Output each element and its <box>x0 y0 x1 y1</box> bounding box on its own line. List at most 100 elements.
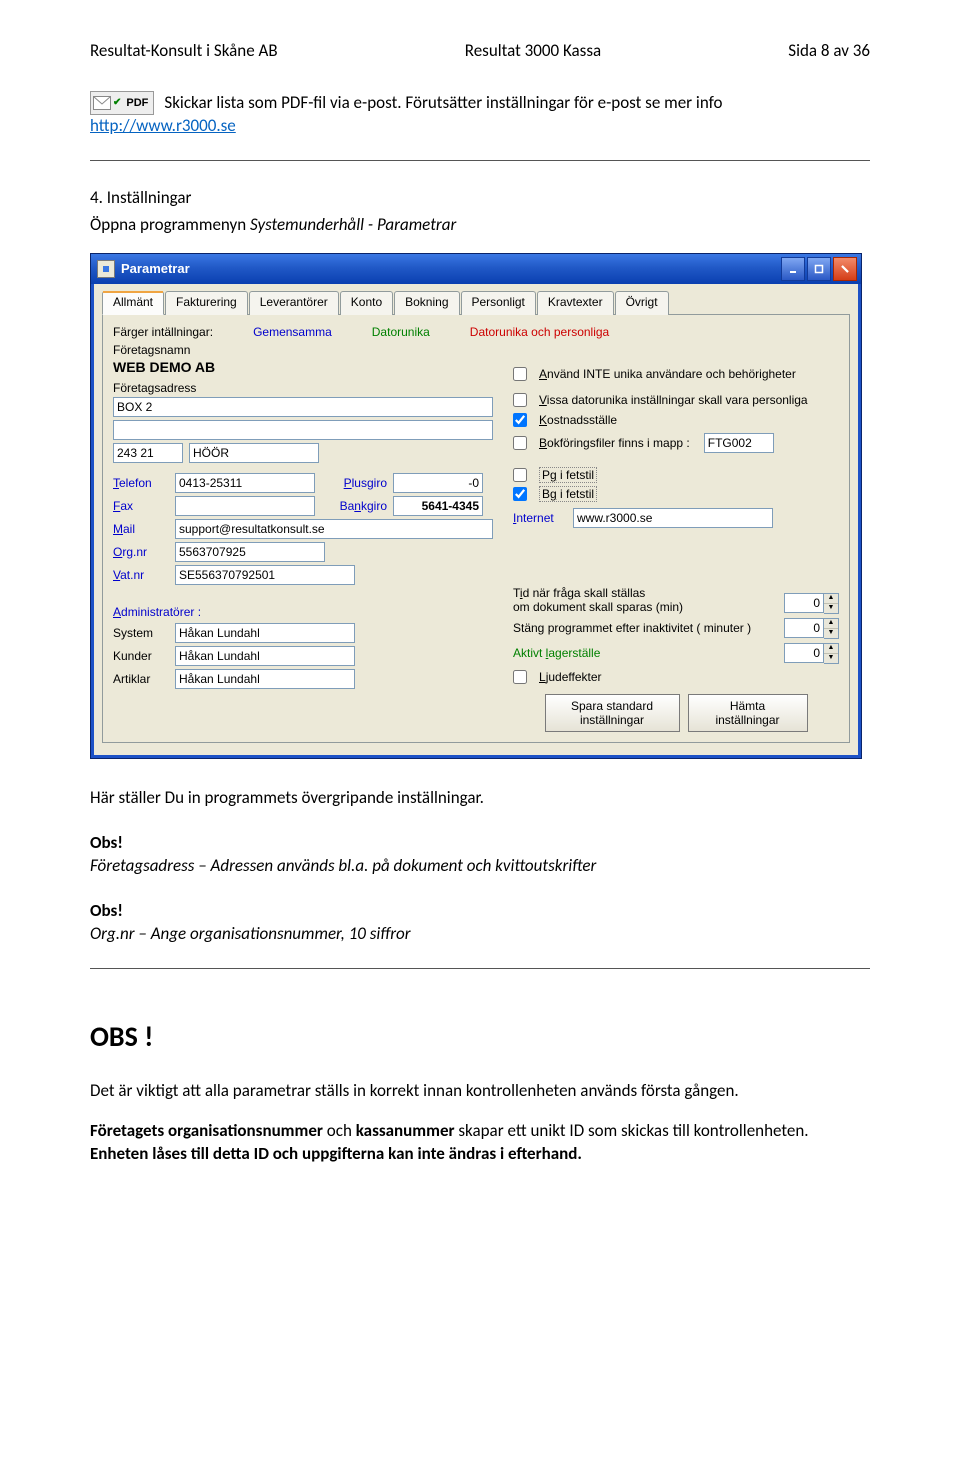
mail-input[interactable] <box>175 519 493 539</box>
chk-ljudeffekter[interactable] <box>513 670 527 684</box>
load-settings-button[interactable]: Hämta inställningar <box>688 694 808 732</box>
spin1-label-line1: Tid när fråga skall ställas <box>513 586 683 600</box>
maximize-button[interactable] <box>807 257 831 281</box>
spin-tid-input[interactable] <box>784 593 824 613</box>
spin-inaktivitet-input[interactable] <box>784 618 824 638</box>
adress2-input[interactable] <box>113 420 493 440</box>
adress1-input[interactable] <box>113 397 493 417</box>
bokf-mapp-input[interactable] <box>704 433 774 453</box>
minimize-button[interactable] <box>781 257 805 281</box>
obs2-text: Org.nr – Ange organisationsnummer, 10 si… <box>90 923 870 946</box>
tab-ovrigt[interactable]: Övrigt <box>615 291 669 315</box>
artiklar-input[interactable] <box>175 669 355 689</box>
tab-allmant[interactable]: Allmänt <box>102 291 164 315</box>
fax-input[interactable] <box>175 496 315 516</box>
window-icon <box>97 260 115 278</box>
close-button[interactable] <box>833 257 857 281</box>
tabs: Allmänt Fakturering Leverantörer Konto B… <box>102 290 850 315</box>
ort-input[interactable] <box>189 443 319 463</box>
after-window-intro: Här ställer Du in programmets övergripan… <box>90 787 870 810</box>
label-bankgiro: Bankgiro <box>315 499 393 513</box>
bankgiro-input[interactable] <box>393 496 483 516</box>
spin-down-icon[interactable]: ▼ <box>824 604 838 613</box>
bottom-p1: Det är viktigt att alla parametrar ställ… <box>90 1080 870 1103</box>
chk-unika-anvandare[interactable] <box>513 367 527 381</box>
spin-up-icon[interactable]: ▲ <box>824 594 838 604</box>
header-company: Resultat-Konsult i Skåne AB <box>90 40 278 61</box>
foretagsnamn-value: WEB DEMO AB <box>113 359 493 375</box>
tab-konto[interactable]: Konto <box>340 291 393 315</box>
bottom-p2-bold3: Enheten låses till detta ID och uppgifte… <box>90 1143 582 1164</box>
label-internet: Internet <box>513 511 573 525</box>
label-vatnr: Vat.nr <box>113 568 175 582</box>
label-fax: Fax <box>113 499 175 513</box>
document-header: Resultat-Konsult i Skåne AB Resultat 300… <box>90 40 870 61</box>
titlebar: Parametrar <box>91 254 861 284</box>
tab-personligt[interactable]: Personligt <box>461 291 536 315</box>
section-subtitle-prefix: Öppna programmenyn <box>90 214 250 235</box>
tab-kravtexter[interactable]: Kravtexter <box>537 291 614 315</box>
bottom-p2-bold2: kassanummer <box>356 1120 455 1141</box>
plusgiro-input[interactable] <box>393 473 483 493</box>
pdf-email-toolbar-icon: ✔ PDF <box>90 91 154 115</box>
pdf-label: PDF <box>123 96 151 111</box>
tab-bokning[interactable]: Bokning <box>394 291 459 315</box>
header-title: Resultat 3000 Kassa <box>465 40 601 61</box>
bottom-p2: Företagets organisationsnummer och kassa… <box>90 1120 870 1166</box>
internet-input[interactable] <box>573 508 773 528</box>
chk-bokforingsfiler-label: Bokföringsfiler finns i mapp : <box>539 436 690 450</box>
window-title: Parametrar <box>121 261 190 276</box>
save-defaults-button[interactable]: Spara standard inställningar <box>545 694 680 732</box>
tab-fakturering[interactable]: Fakturering <box>165 291 248 315</box>
section-number: 4. <box>90 187 103 208</box>
chk-datorunika-personliga[interactable] <box>513 393 527 407</box>
telefon-input[interactable] <box>175 473 315 493</box>
bottom-p2-bold1: Företagets organisationsnummer <box>90 1120 323 1141</box>
spin-down-icon[interactable]: ▼ <box>824 629 838 638</box>
label-telefon: Telefon <box>113 476 175 490</box>
spin1-label-line2: om dokument skall sparas (min) <box>513 600 683 614</box>
vatnr-input[interactable] <box>175 565 355 585</box>
chk-datorunika-personliga-label: Vissa datorunika inställningar skall var… <box>539 393 808 407</box>
spin-lagerstalle[interactable]: ▲▼ <box>784 643 839 664</box>
obs2-heading: Obs! <box>90 900 870 921</box>
obs1-heading: Obs! <box>90 832 870 853</box>
color-datorunika[interactable]: Datorunika <box>372 325 430 339</box>
chk-unika-anvandare-label: Använd INTE unika användare och behörigh… <box>539 367 796 381</box>
label-artiklar: Artiklar <box>113 672 175 686</box>
parametrar-window: Parametrar Allmänt Fakturering Leverantö… <box>90 253 862 759</box>
orgnr-input[interactable] <box>175 542 325 562</box>
label-admin: Administratörer : <box>113 605 493 619</box>
spin-tid[interactable]: ▲▼ <box>784 593 839 614</box>
chk-bokforingsfiler[interactable] <box>513 436 527 450</box>
checkmark-icon: ✔ <box>113 96 121 110</box>
spin2-label: Stäng programmet efter inaktivitet ( min… <box>513 621 751 635</box>
kunder-input[interactable] <box>175 646 355 666</box>
spin-down-icon[interactable]: ▼ <box>824 654 838 663</box>
pdf-info-link[interactable]: http://www.r3000.se <box>90 115 236 136</box>
pdf-description: Skickar lista som PDF-fil via e-post. Fö… <box>164 92 722 115</box>
tab-leverantorer[interactable]: Leverantörer <box>249 291 339 315</box>
label-kunder: Kunder <box>113 649 175 663</box>
big-obs-heading: OBS ! <box>90 1019 870 1054</box>
chk-ljudeffekter-label: Ljudeffekter <box>539 670 602 684</box>
divider <box>90 968 870 969</box>
section-subtitle-ital: Systemunderhåll - Parametrar <box>250 214 456 235</box>
color-unika-personliga[interactable]: Datorunika och personliga <box>470 325 609 339</box>
chk-pg-fetstil[interactable] <box>513 468 527 482</box>
chk-kostnadsstalle[interactable] <box>513 413 527 427</box>
spin-up-icon[interactable]: ▲ <box>824 644 838 654</box>
spin-up-icon[interactable]: ▲ <box>824 619 838 629</box>
label-mail: Mail <box>113 522 175 536</box>
postnr-input[interactable] <box>113 443 183 463</box>
color-gemensamma[interactable]: Gemensamma <box>253 325 332 339</box>
chk-bg-fetstil[interactable] <box>513 487 527 501</box>
chk-pg-fetstil-label: Pg i fetstil <box>539 467 597 483</box>
spin3-label: Aktivt lagerställe <box>513 646 600 660</box>
header-page: Sida 8 av 36 <box>788 40 870 61</box>
spin-lagerstalle-input[interactable] <box>784 643 824 663</box>
label-orgnr: Org.nr <box>113 545 175 559</box>
system-input[interactable] <box>175 623 355 643</box>
spin-inaktivitet[interactable]: ▲▼ <box>784 618 839 639</box>
chk-bg-fetstil-label: Bg i fetstil <box>539 486 597 502</box>
